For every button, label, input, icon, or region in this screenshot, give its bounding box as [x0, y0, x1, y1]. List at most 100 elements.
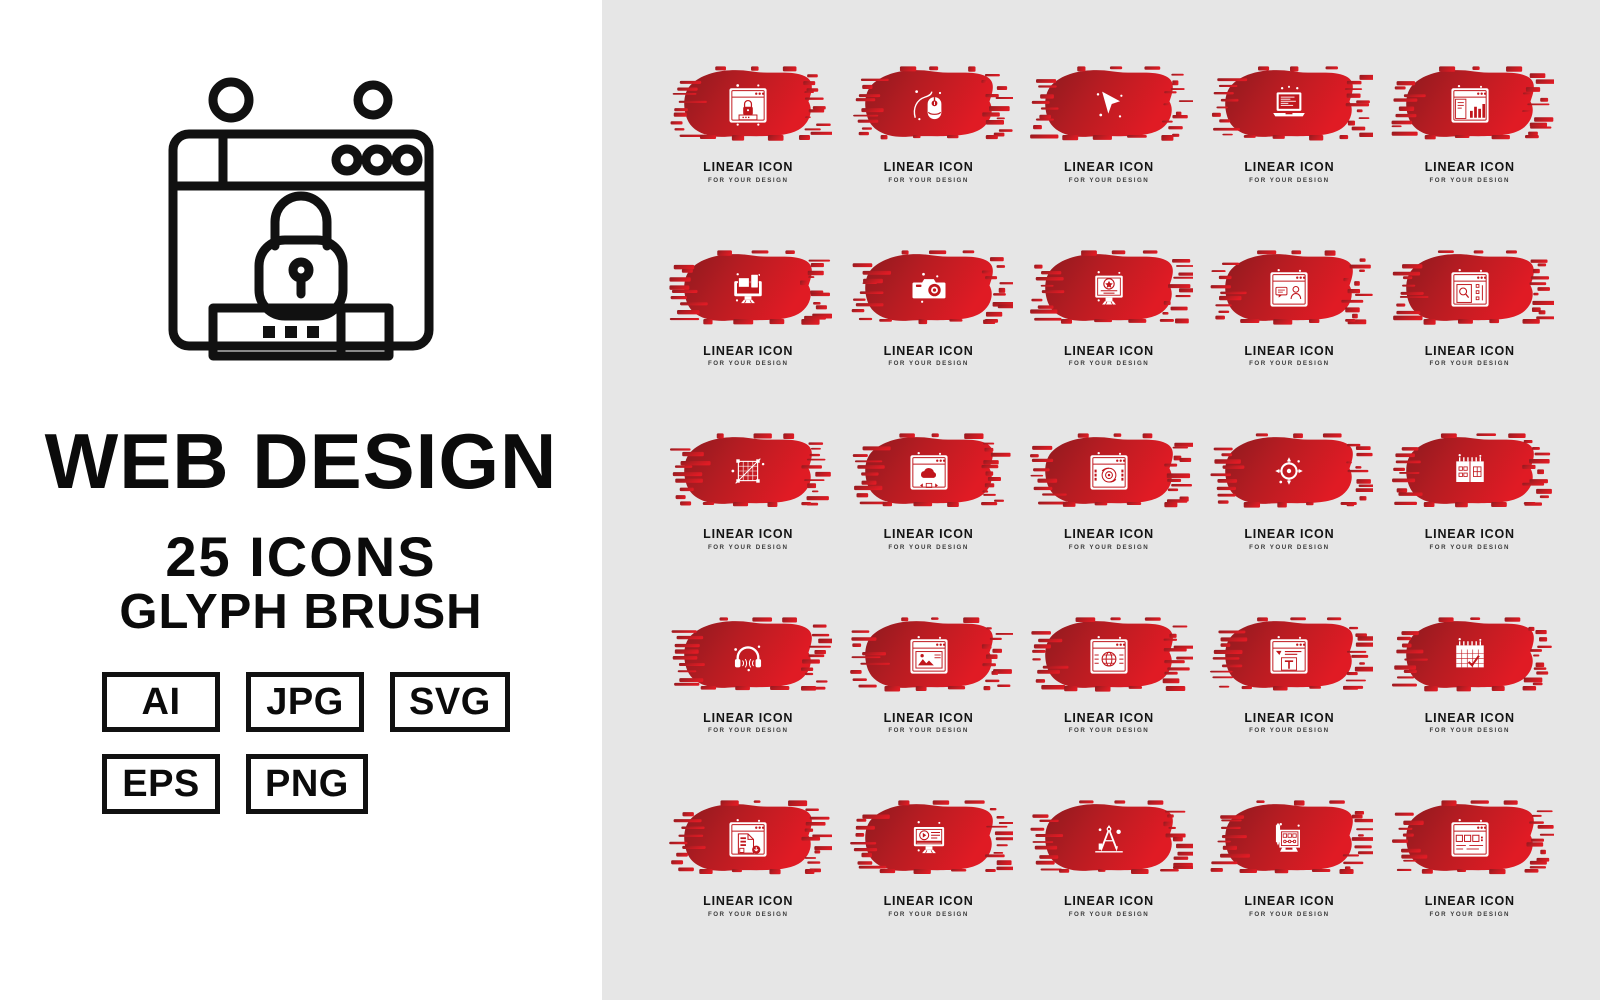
- icon-card-sublabel: FOR YOUR DESIGN: [1249, 360, 1330, 368]
- icon-card[interactable]: LINEAR ICON FOR YOUR DESIGN: [1019, 232, 1199, 416]
- icon-card[interactable]: LINEAR ICON FOR YOUR DESIGN: [1199, 599, 1379, 783]
- monitor-video-play-icon: [907, 816, 951, 860]
- icon-card[interactable]: LINEAR ICON FOR YOUR DESIGN: [838, 782, 1018, 966]
- icon-pack-cover: WEB DESIGN 25 ICONS GLYPH BRUSH AI JPG S…: [0, 0, 1600, 1000]
- icon-card-label: LINEAR ICON: [1424, 343, 1515, 358]
- brush-stroke-background: [845, 425, 1013, 517]
- browser-text-tool-icon: [1267, 633, 1311, 677]
- brush-stroke-background: [1386, 792, 1554, 884]
- icon-card-label: LINEAR ICON: [1424, 527, 1515, 542]
- icon-card[interactable]: LINEAR ICON FOR YOUR DESIGN: [658, 415, 838, 599]
- cursor-arrow-icon: [1087, 82, 1131, 126]
- browser-file-download-icon: [726, 816, 770, 860]
- brush-stroke-background: [1386, 58, 1554, 150]
- icon-card[interactable]: LINEAR ICON FOR YOUR DESIGN: [1380, 232, 1560, 416]
- brush-stroke-background: [845, 609, 1013, 701]
- icon-card-sublabel: FOR YOUR DESIGN: [888, 543, 969, 551]
- calendar-check-icon: [1448, 633, 1492, 677]
- brush-stroke-background: [1386, 609, 1554, 701]
- icon-card-label: LINEAR ICON: [703, 894, 794, 909]
- icon-card[interactable]: LINEAR ICON FOR YOUR DESIGN: [1380, 415, 1560, 599]
- icon-card-sublabel: FOR YOUR DESIGN: [1068, 360, 1150, 368]
- icon-card[interactable]: LINEAR ICON FOR YOUR DESIGN: [838, 599, 1018, 783]
- icon-card-sublabel: FOR YOUR DESIGN: [707, 176, 789, 184]
- icon-card-label: LINEAR ICON: [883, 160, 974, 174]
- icon-card[interactable]: LINEAR ICON FOR YOUR DESIGN: [838, 48, 1018, 232]
- brush-stroke-background: [664, 58, 833, 150]
- icon-card-label: LINEAR ICON: [703, 527, 794, 542]
- format-badge-eps: EPS: [102, 754, 220, 815]
- browser-cloud-icon: [907, 449, 951, 493]
- icon-card[interactable]: LINEAR ICON FOR YOUR DESIGN: [658, 599, 838, 783]
- icon-card-sublabel: FOR YOUR DESIGN: [1429, 176, 1511, 184]
- icon-card[interactable]: LINEAR ICON FOR YOUR DESIGN: [658, 48, 838, 232]
- brush-stroke-background: [1386, 242, 1554, 334]
- icon-card-label: LINEAR ICON: [1063, 527, 1155, 542]
- computer-mouse-icon: [907, 82, 951, 126]
- cover-panel: WEB DESIGN 25 ICONS GLYPH BRUSH AI JPG S…: [0, 0, 602, 1000]
- icon-card[interactable]: LINEAR ICON FOR YOUR DESIGN: [658, 782, 838, 966]
- icon-card-label: LINEAR ICON: [1063, 160, 1155, 174]
- icon-card-sublabel: FOR YOUR DESIGN: [1249, 727, 1330, 735]
- brush-stroke-background: [1025, 792, 1193, 884]
- icon-card-label: LINEAR ICON: [883, 710, 974, 725]
- brush-stroke-background: [845, 242, 1013, 334]
- brush-stroke-background: [664, 425, 832, 517]
- icon-card[interactable]: LINEAR ICON FOR YOUR DESIGN: [1019, 48, 1199, 232]
- compass-divider-icon: [1087, 816, 1131, 860]
- icon-card-sublabel: FOR YOUR DESIGN: [1429, 727, 1511, 735]
- brush-stroke-background: [1025, 425, 1193, 517]
- browser-globe-icon: [1087, 633, 1131, 677]
- icon-style-label: GLYPH BRUSH: [119, 585, 483, 640]
- icon-card-label: LINEAR ICON: [883, 343, 974, 358]
- icon-card-sublabel: FOR YOUR DESIGN: [1068, 727, 1150, 735]
- icon-card[interactable]: LINEAR ICON FOR YOUR DESIGN: [1199, 232, 1379, 416]
- icon-card[interactable]: LINEAR ICON FOR YOUR DESIGN: [1019, 782, 1199, 966]
- brush-stroke-background: [1205, 609, 1374, 701]
- brush-stroke-background: [664, 792, 833, 884]
- icon-card-sublabel: FOR YOUR DESIGN: [1429, 910, 1511, 918]
- icon-card[interactable]: LINEAR ICON FOR YOUR DESIGN: [1019, 599, 1199, 783]
- icon-card-sublabel: FOR YOUR DESIGN: [888, 360, 969, 368]
- icon-card[interactable]: LINEAR ICON FOR YOUR DESIGN: [1019, 415, 1199, 599]
- icon-card-sublabel: FOR YOUR DESIGN: [888, 176, 969, 184]
- icon-card[interactable]: LINEAR ICON FOR YOUR DESIGN: [658, 232, 838, 416]
- icon-card-sublabel: FOR YOUR DESIGN: [1249, 543, 1330, 551]
- icon-grid-panel: LINEAR ICON FOR YOUR DESIGN LINEAR ICON FOR…: [602, 0, 1600, 1000]
- browser-image-icon: [907, 633, 951, 677]
- format-badge-ai: AI: [102, 672, 220, 733]
- icon-card-sublabel: FOR YOUR DESIGN: [888, 727, 969, 735]
- icon-card-label: LINEAR ICON: [1424, 710, 1515, 725]
- icon-card[interactable]: LINEAR ICON FOR YOUR DESIGN: [1199, 782, 1379, 966]
- calendar-grid-icon: [1448, 449, 1492, 493]
- icon-card-sublabel: FOR YOUR DESIGN: [1068, 543, 1150, 551]
- browser-media-player-icon: [1087, 449, 1131, 493]
- brush-stroke-background: [664, 242, 833, 334]
- icon-card[interactable]: LINEAR ICON FOR YOUR DESIGN: [838, 232, 1018, 416]
- brush-stroke-background: [1025, 609, 1193, 701]
- icon-card[interactable]: LINEAR ICON FOR YOUR DESIGN: [1199, 415, 1379, 599]
- photo-camera-icon: [907, 266, 951, 310]
- page-title: WEB DESIGN: [44, 417, 558, 505]
- drawing-tablet-icon: [1267, 816, 1311, 860]
- icon-card-sublabel: FOR YOUR DESIGN: [707, 543, 789, 551]
- brush-stroke-background: [1386, 425, 1554, 517]
- headphones-icon: [726, 633, 770, 677]
- icon-card[interactable]: LINEAR ICON FOR YOUR DESIGN: [1380, 48, 1560, 232]
- format-badge-list: AI JPG SVG EPS PNG: [86, 672, 516, 836]
- brush-stroke-background: [1025, 242, 1193, 334]
- icon-card-sublabel: FOR YOUR DESIGN: [1249, 176, 1330, 184]
- icon-card-label: LINEAR ICON: [883, 894, 974, 909]
- brush-stroke-background: [664, 609, 833, 701]
- brush-stroke-background: [1025, 58, 1193, 150]
- icon-card[interactable]: LINEAR ICON FOR YOUR DESIGN: [1380, 782, 1560, 966]
- icon-card-sublabel: FOR YOUR DESIGN: [707, 727, 789, 735]
- icon-card-sublabel: FOR YOUR DESIGN: [707, 910, 789, 918]
- icon-card[interactable]: LINEAR ICON FOR YOUR DESIGN: [1380, 599, 1560, 783]
- icon-card[interactable]: LINEAR ICON FOR YOUR DESIGN: [1199, 48, 1379, 232]
- brush-stroke-background: [845, 792, 1013, 884]
- icon-card[interactable]: LINEAR ICON FOR YOUR DESIGN: [838, 415, 1018, 599]
- browser-web-form-icon: [1448, 816, 1492, 860]
- laptop-code-icon: [1267, 82, 1311, 126]
- icon-card-label: LINEAR ICON: [1424, 160, 1515, 174]
